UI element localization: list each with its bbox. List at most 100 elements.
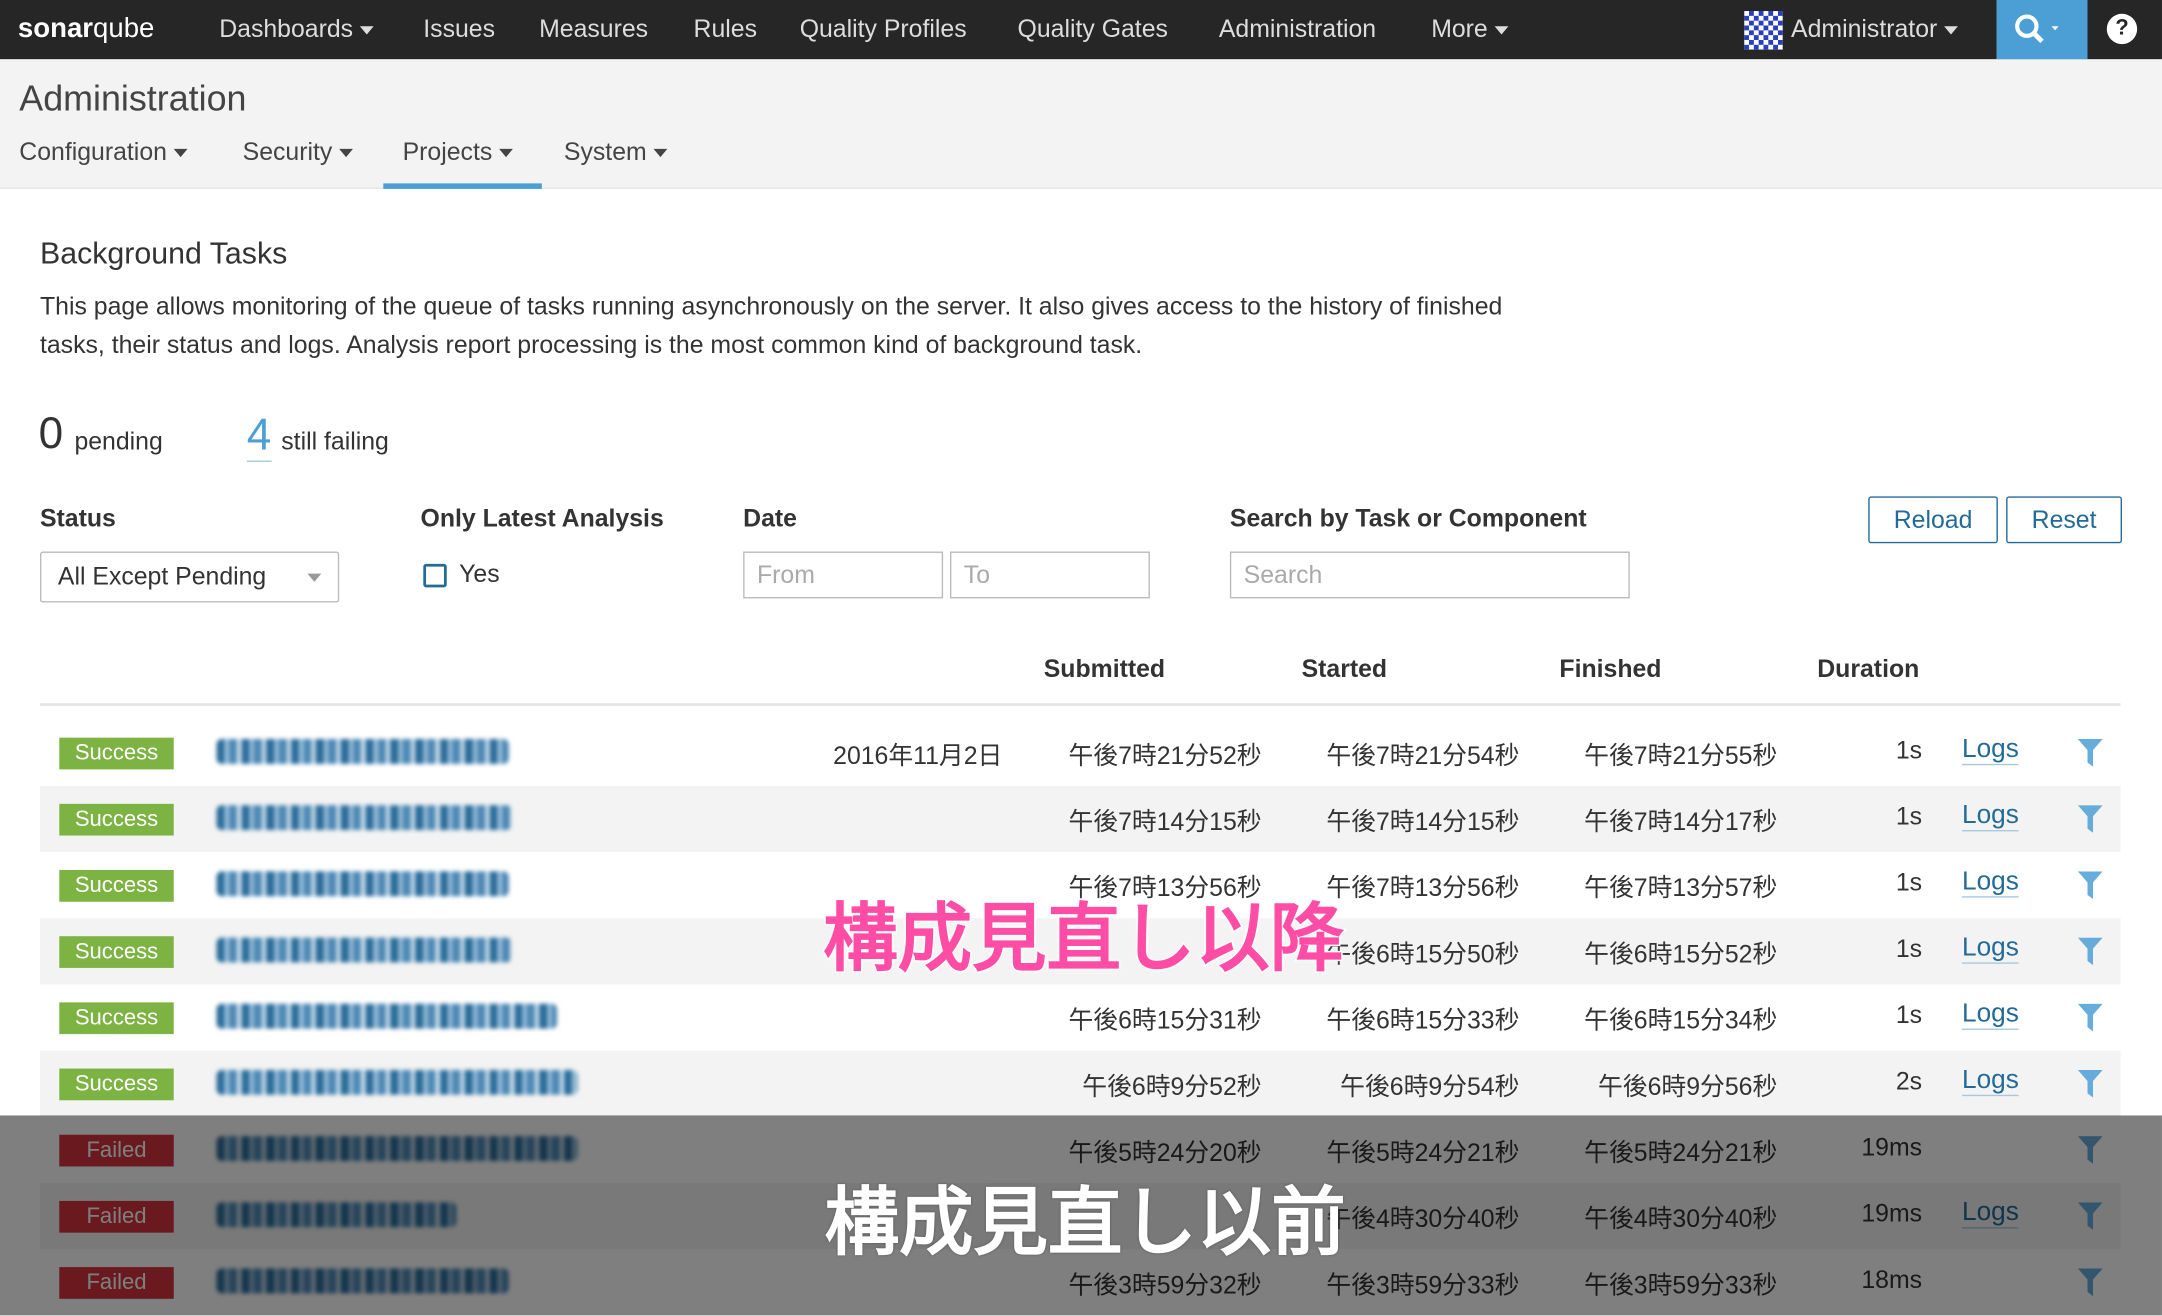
caption-after: 構成見直し以降	[822, 896, 1346, 981]
caret-down-icon	[1944, 26, 1958, 35]
nav-label: Dashboards	[219, 15, 354, 43]
checkbox-label[interactable]: Yes	[459, 560, 500, 589]
tab-label: System	[563, 137, 647, 166]
reload-button[interactable]: Reload	[1868, 496, 1998, 544]
active-tab-indicator	[383, 183, 542, 189]
started-cell: 午後6時9分54秒	[1340, 1072, 1520, 1101]
help-icon[interactable]: ?	[2106, 13, 2138, 45]
caret-down-icon	[653, 149, 668, 158]
user-menu[interactable]: Administrator	[1744, 0, 1958, 59]
duration-cell: 1s	[1895, 934, 1923, 963]
col-duration: Duration	[1817, 654, 1920, 683]
description-line: This page allows monitoring of the queue…	[39, 292, 1503, 320]
failing-label: still failing	[281, 427, 389, 456]
sonarqube-logo[interactable]: sonarqube	[18, 0, 154, 59]
nav-quality-gates[interactable]: Quality Gates	[1018, 0, 1168, 59]
duration-cell: 1s	[1895, 868, 1923, 897]
date-cell: 2016年11月2日	[833, 741, 1003, 770]
logs-link[interactable]: Logs	[1962, 734, 2019, 766]
status-label: Status	[39, 504, 116, 533]
nav-label: More	[1431, 15, 1488, 43]
table-row: Success 2016年11月2日 午後7時21分52秒 午後7時21分54秒 午後7…	[39, 719, 2121, 786]
section-title: Background Tasks	[39, 235, 288, 271]
table-row: Success 午後7時14分15秒 午後7時14分15秒 午後7時14分17秒 1s L…	[39, 785, 2121, 853]
nav-quality-profiles[interactable]: Quality Profiles	[800, 0, 967, 59]
nav-measures[interactable]: Measures	[539, 0, 648, 59]
nav-more[interactable]: More	[1431, 0, 1509, 59]
reset-button[interactable]: Reset	[2006, 496, 2122, 544]
avatar	[1744, 11, 1783, 50]
filter-icon[interactable]	[2077, 871, 2103, 899]
table-row: Success 午後6時9分52秒 午後6時9分54秒 午後6時9分56秒 2s Logs	[39, 1050, 2121, 1117]
duration-cell: 1s	[1895, 802, 1923, 831]
caret-down-icon	[499, 149, 513, 158]
tab-label: Projects	[402, 137, 493, 166]
status-badge: Success	[59, 803, 174, 836]
status-badge: Success	[59, 737, 174, 770]
failing-count-link[interactable]: 4	[246, 408, 272, 462]
logs-link[interactable]: Logs	[1962, 1065, 2019, 1097]
filter-icon[interactable]	[2077, 1003, 2103, 1032]
filter-icon[interactable]	[2077, 805, 2103, 833]
logs-link[interactable]: Logs	[1962, 933, 2019, 964]
nav-dashboards[interactable]: Dashboards	[219, 0, 374, 59]
search-input[interactable]: Search	[1229, 551, 1630, 599]
finished-cell: 午後7時21分55秒	[1584, 741, 1778, 770]
component-link[interactable]	[216, 805, 512, 831]
component-link[interactable]	[216, 739, 509, 764]
caret-down-icon	[359, 26, 374, 35]
header-divider	[39, 703, 2121, 706]
submitted-cell: 午後7時14分15秒	[1068, 807, 1262, 836]
tab-projects[interactable]: Projects	[403, 138, 513, 167]
status-value: All Except Pending	[57, 562, 267, 591]
logs-link[interactable]: Logs	[1962, 801, 2019, 832]
date-to-input[interactable]: To	[949, 551, 1150, 599]
status-badge: Success	[59, 936, 174, 968]
started-cell: 午後7時14分15秒	[1326, 807, 1520, 836]
caret-down-icon	[1494, 26, 1509, 35]
started-cell: 午後6時15分33秒	[1326, 1006, 1520, 1035]
component-link[interactable]	[216, 1069, 578, 1095]
caret-down-icon	[173, 149, 188, 158]
description-line: tasks, their status and logs. Analysis r…	[39, 330, 1143, 359]
duration-cell: 1s	[1895, 1001, 1923, 1029]
latest-analysis-checkbox[interactable]	[423, 563, 447, 588]
component-link[interactable]	[216, 871, 509, 897]
submitted-cell: 午後6時15分31秒	[1068, 1006, 1262, 1035]
started-cell: 午後7時21分54秒	[1326, 741, 1520, 770]
tab-system[interactable]: System	[563, 137, 668, 167]
search-label: Search by Task or Component	[1229, 504, 1587, 533]
finished-cell: 午後7時14分17秒	[1584, 807, 1778, 836]
table-row: Success 午後6時15分31秒 午後6時15分33秒 午後6時15分34秒 1s L…	[39, 984, 2121, 1051]
logs-link[interactable]: Logs	[1962, 999, 2019, 1030]
filter-icon[interactable]	[2077, 739, 2103, 767]
logs-link[interactable]: Logs	[1962, 867, 2019, 898]
component-link[interactable]	[216, 937, 512, 963]
latest-analysis-label: Only Latest Analysis	[420, 504, 664, 533]
duration-cell: 2s	[1895, 1067, 1923, 1095]
status-select[interactable]: All Except Pending	[39, 551, 340, 603]
finished-cell: 午後7時13分57秒	[1584, 874, 1778, 902]
tab-configuration[interactable]: Configuration	[19, 137, 188, 167]
submitted-cell: 午後7時21分52秒	[1068, 741, 1262, 770]
col-submitted: Submitted	[1043, 654, 1166, 683]
finished-cell: 午後6時9分56秒	[1597, 1072, 1778, 1101]
date-label: Date	[743, 504, 797, 533]
filter-icon[interactable]	[2077, 1069, 2103, 1098]
search-button[interactable]	[1996, 0, 2088, 60]
filter-icon[interactable]	[2077, 937, 2103, 966]
started-cell: 午後7時13分56秒	[1326, 874, 1520, 902]
col-finished: Finished	[1559, 654, 1662, 683]
started-cell: 午後6時15分50秒	[1326, 940, 1520, 968]
pending-label: pending	[74, 427, 163, 456]
nav-rules[interactable]: Rules	[694, 0, 757, 59]
status-badge: Success	[59, 1068, 174, 1101]
date-from-input[interactable]: From	[743, 551, 944, 599]
component-link[interactable]	[216, 1003, 558, 1029]
nav-issues[interactable]: Issues	[423, 0, 495, 59]
submitted-cell: 午後6時9分52秒	[1082, 1072, 1262, 1101]
caption-before: 構成見直し以前	[824, 1181, 1346, 1265]
tab-security[interactable]: Security	[243, 138, 354, 167]
nav-administration[interactable]: Administration	[1219, 0, 1376, 59]
tab-label: Configuration	[19, 137, 167, 166]
